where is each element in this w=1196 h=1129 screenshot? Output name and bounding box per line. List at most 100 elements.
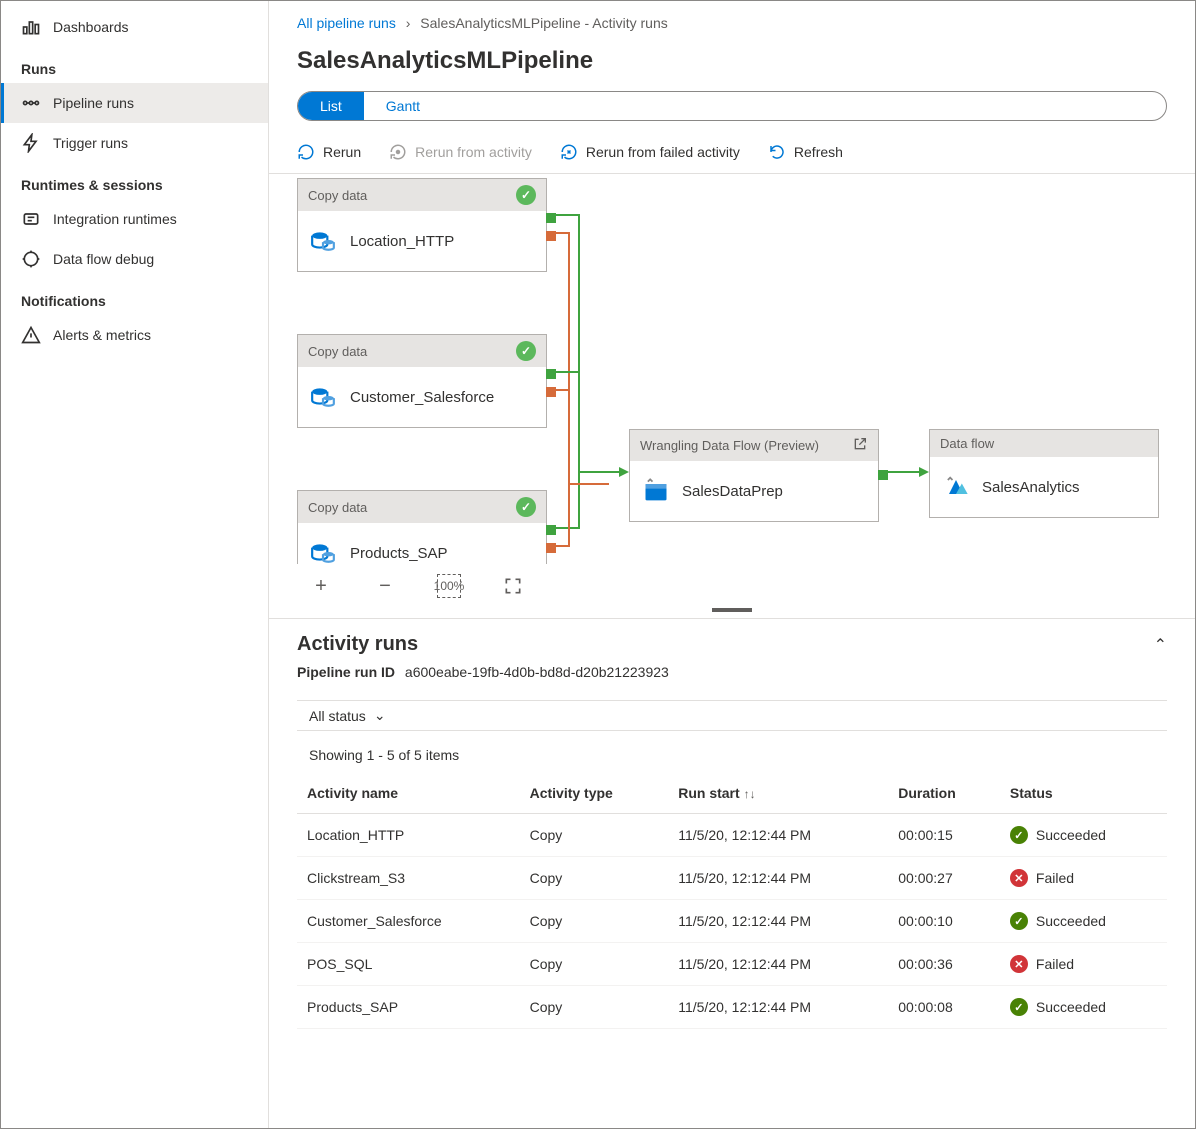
sidebar-item-label: Pipeline runs xyxy=(53,95,134,111)
pipeline-icon xyxy=(21,93,41,113)
col-activity-type[interactable]: Activity type xyxy=(520,773,669,814)
cell-type: Copy xyxy=(520,900,669,943)
table-row[interactable]: Location_HTTPCopy11/5/20, 12:12:44 PM00:… xyxy=(297,814,1167,857)
activity-type-label: Copy data xyxy=(308,500,367,515)
sidebar-item-alerts-metrics[interactable]: Alerts & metrics xyxy=(1,315,268,355)
breadcrumb: All pipeline runs › SalesAnalyticsMLPipe… xyxy=(269,1,1195,41)
run-id-row: Pipeline run ID a600eabe-19fb-4d0b-bd8d-… xyxy=(297,664,1167,680)
rerun-icon xyxy=(297,143,315,161)
col-duration[interactable]: Duration xyxy=(888,773,1000,814)
success-icon: ✓ xyxy=(1010,912,1028,930)
cell-status: ✓Succeeded xyxy=(1000,986,1167,1029)
run-id-label: Pipeline run ID xyxy=(297,664,395,680)
sidebar-item-label: Alerts & metrics xyxy=(53,327,151,343)
cell-type: Copy xyxy=(520,943,669,986)
showing-count: Showing 1 - 5 of 5 items xyxy=(297,737,1167,773)
sidebar-item-label: Dashboards xyxy=(53,19,129,35)
activity-name: SalesAnalytics xyxy=(982,479,1080,496)
zoom-out-button[interactable]: − xyxy=(373,574,397,598)
success-icon: ✓ xyxy=(1010,826,1028,844)
cell-type: Copy xyxy=(520,814,669,857)
fit-screen-button[interactable] xyxy=(501,574,525,598)
toolbar: Rerun Rerun from activity Rerun from fai… xyxy=(269,135,1195,174)
dataflow-icon xyxy=(942,473,970,501)
activity-name: Location_HTTP xyxy=(350,233,454,250)
refresh-button[interactable]: Refresh xyxy=(768,143,843,161)
alert-icon xyxy=(21,325,41,345)
sidebar-item-label: Integration runtimes xyxy=(53,211,177,227)
col-run-start[interactable]: Run start↑↓ xyxy=(668,773,888,814)
rerun-button[interactable]: Rerun xyxy=(297,143,361,161)
activity-location-http[interactable]: Copy data ✓ Location_HTTP xyxy=(297,178,547,272)
view-list-button[interactable]: List xyxy=(298,92,364,120)
col-activity-name[interactable]: Activity name xyxy=(297,773,520,814)
rerun-activity-button: Rerun from activity xyxy=(389,143,532,161)
table-row[interactable]: Clickstream_S3Copy11/5/20, 12:12:44 PM00… xyxy=(297,857,1167,900)
activity-runs-panel: Activity runs ⌃ Pipeline run ID a600eabe… xyxy=(269,618,1195,1128)
sort-icon: ↑↓ xyxy=(744,787,756,801)
breadcrumb-root[interactable]: All pipeline runs xyxy=(297,15,396,31)
cell-name: Location_HTTP xyxy=(297,814,520,857)
activity-name: Products_SAP xyxy=(350,545,448,562)
cell-name: POS_SQL xyxy=(297,943,520,986)
activity-products-sap[interactable]: Copy data ✓ Products_SAP xyxy=(297,490,547,564)
success-icon: ✓ xyxy=(516,497,536,517)
table-row[interactable]: POS_SQLCopy11/5/20, 12:12:44 PM00:00:36✕… xyxy=(297,943,1167,986)
sidebar-heading-runs: Runs xyxy=(1,47,268,83)
zoom-100-button[interactable]: 100% xyxy=(437,574,461,598)
rerun-failed-button[interactable]: Rerun from failed activity xyxy=(560,143,740,161)
canvas-controls: + − 100% xyxy=(269,564,1195,608)
table-row[interactable]: Products_SAPCopy11/5/20, 12:12:44 PM00:0… xyxy=(297,986,1167,1029)
activity-runs-table: Activity name Activity type Run start↑↓ … xyxy=(297,773,1167,1029)
cell-status: ✓Succeeded xyxy=(1000,814,1167,857)
success-icon: ✓ xyxy=(516,341,536,361)
zoom-in-button[interactable]: + xyxy=(309,574,333,598)
debug-icon xyxy=(21,249,41,269)
sidebar-item-label: Data flow debug xyxy=(53,251,154,267)
panel-drag-handle[interactable] xyxy=(712,608,752,612)
breadcrumb-separator: › xyxy=(406,15,411,31)
cell-status: ✓Succeeded xyxy=(1000,900,1167,943)
cell-name: Customer_Salesforce xyxy=(297,900,520,943)
cell-start: 11/5/20, 12:12:44 PM xyxy=(668,900,888,943)
cell-type: Copy xyxy=(520,857,669,900)
sidebar-item-trigger-runs[interactable]: Trigger runs xyxy=(1,123,268,163)
activity-customer-salesforce[interactable]: Copy data ✓ Customer_Salesforce xyxy=(297,334,547,428)
cell-type: Copy xyxy=(520,986,669,1029)
cell-start: 11/5/20, 12:12:44 PM xyxy=(668,986,888,1029)
status-filter-dropdown[interactable]: All status ⌄ xyxy=(297,700,1167,731)
sidebar-heading-runtimes: Runtimes & sessions xyxy=(1,163,268,199)
sidebar-item-dataflow-debug[interactable]: Data flow debug xyxy=(1,239,268,279)
activity-type-label: Copy data xyxy=(308,188,367,203)
copy-data-icon xyxy=(310,227,338,255)
sidebar-item-pipeline-runs[interactable]: Pipeline runs xyxy=(1,83,268,123)
cell-duration: 00:00:15 xyxy=(888,814,1000,857)
trigger-icon xyxy=(21,133,41,153)
view-gantt-button[interactable]: Gantt xyxy=(364,92,442,120)
chevron-down-icon: ⌄ xyxy=(374,707,386,724)
failed-icon: ✕ xyxy=(1010,869,1028,887)
activity-salesanalytics[interactable]: Data flow SalesAnalytics xyxy=(929,429,1159,518)
external-link-icon[interactable] xyxy=(852,436,868,455)
refresh-icon xyxy=(768,143,786,161)
activity-name: Customer_Salesforce xyxy=(350,389,494,406)
wrangling-icon xyxy=(642,477,670,505)
sidebar: Dashboards Runs Pipeline runs Trigger ru… xyxy=(1,1,269,1128)
cell-start: 11/5/20, 12:12:44 PM xyxy=(668,943,888,986)
activity-salesdataprep[interactable]: Wrangling Data Flow (Preview) SalesDataP… xyxy=(629,429,879,522)
copy-data-icon xyxy=(310,539,338,564)
sidebar-item-label: Trigger runs xyxy=(53,135,128,151)
sidebar-item-dashboards[interactable]: Dashboards xyxy=(1,7,268,47)
integration-icon xyxy=(21,209,41,229)
cell-status: ✕Failed xyxy=(1000,857,1167,900)
table-row[interactable]: Customer_SalesforceCopy11/5/20, 12:12:44… xyxy=(297,900,1167,943)
pipeline-canvas[interactable]: Copy data ✓ Location_HTTP Copy data ✓ xyxy=(269,174,1195,564)
activity-type-label: Data flow xyxy=(940,436,994,451)
sidebar-item-integration-runtimes[interactable]: Integration runtimes xyxy=(1,199,268,239)
cell-name: Products_SAP xyxy=(297,986,520,1029)
activity-type-label: Wrangling Data Flow (Preview) xyxy=(640,438,819,453)
status-filter-label: All status xyxy=(309,708,366,724)
col-status[interactable]: Status xyxy=(1000,773,1167,814)
runs-title: Activity runs xyxy=(297,633,418,656)
collapse-panel-button[interactable]: ⌃ xyxy=(1154,635,1167,655)
